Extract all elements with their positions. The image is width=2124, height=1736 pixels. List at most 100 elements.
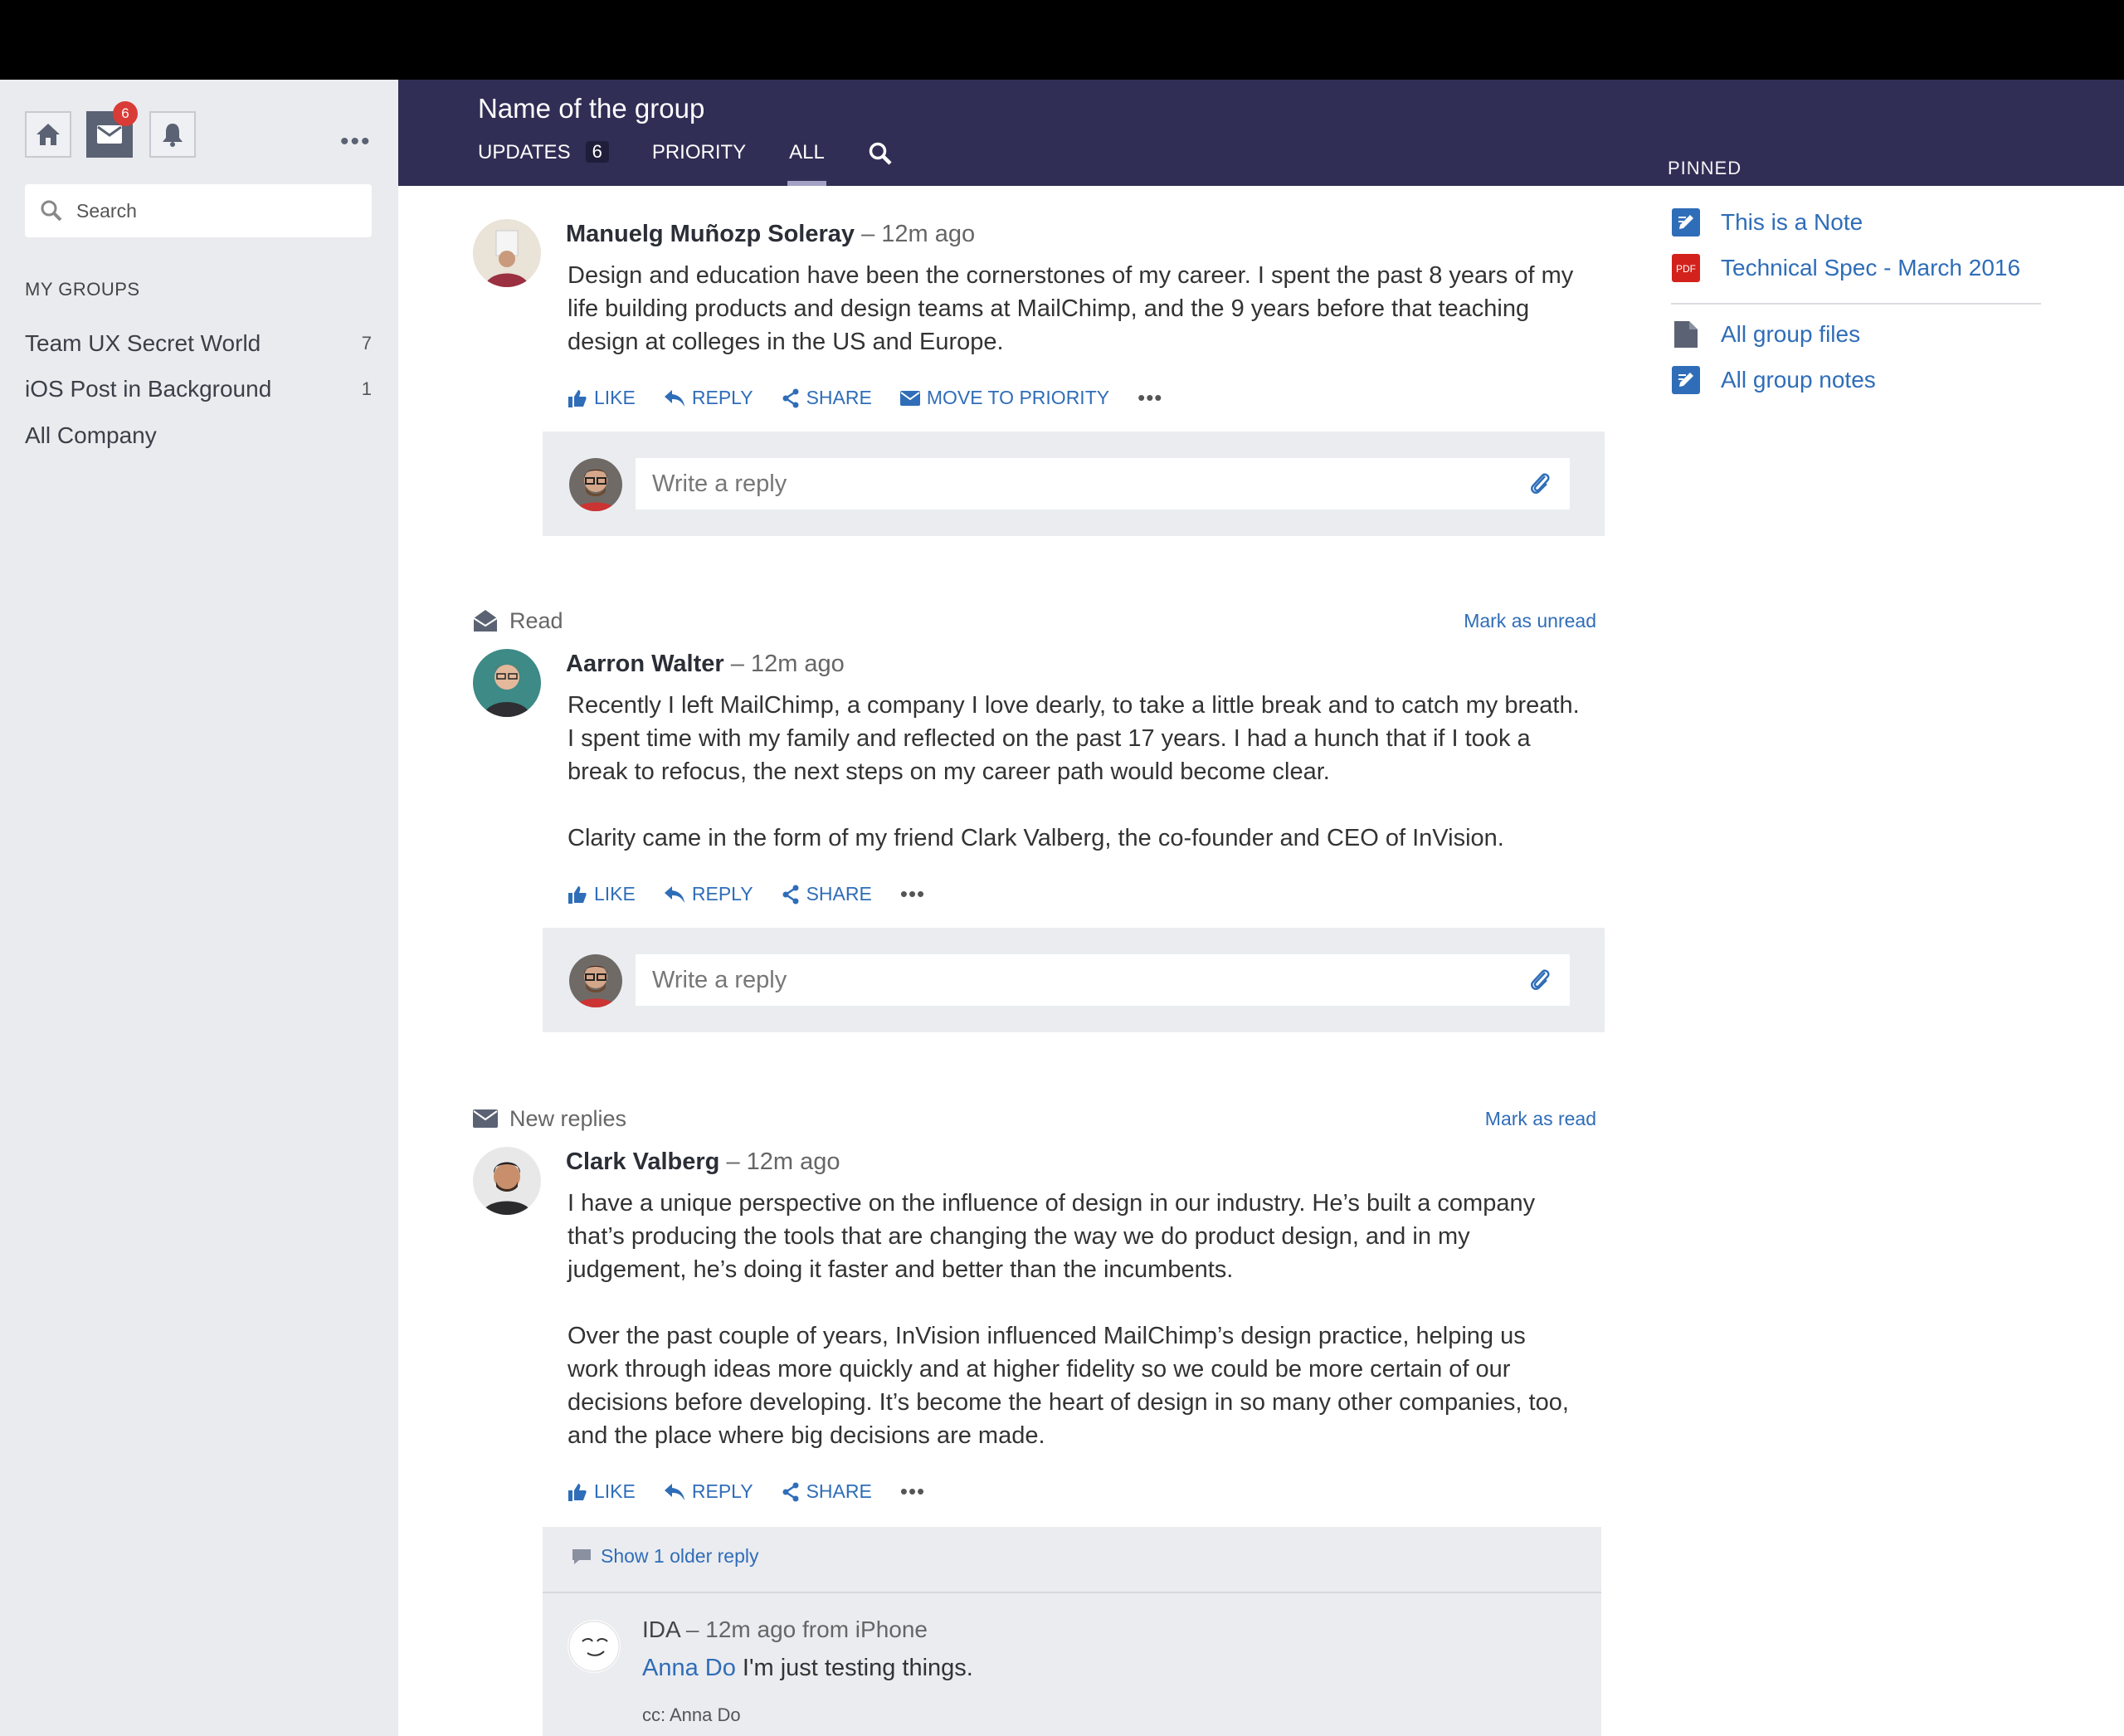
post-time: – 12m ago bbox=[861, 221, 976, 247]
post-body: Design and education have been the corne… bbox=[568, 262, 1574, 355]
like-button[interactable]: LIKE bbox=[568, 387, 636, 409]
reply-cc: cc: Anna Do bbox=[642, 1704, 741, 1725]
move-to-priority-button[interactable]: MOVE TO PRIORITY bbox=[899, 387, 1110, 409]
reply-thread: Show 1 older reply IDA – 12m ago from iP… bbox=[543, 1527, 1601, 1736]
avatar[interactable] bbox=[473, 649, 541, 717]
group-label: Team UX Secret World bbox=[25, 330, 261, 356]
reply-message: I'm just testing things. bbox=[735, 1655, 973, 1681]
more-actions-button[interactable]: ••• bbox=[1138, 385, 1162, 411]
thumbs-up-icon bbox=[568, 1483, 587, 1501]
reply-input-box[interactable] bbox=[636, 954, 1570, 1006]
post-body: I have a unique perspective on the influ… bbox=[568, 1190, 1569, 1449]
all-group-files-link[interactable]: All group files bbox=[1671, 319, 1860, 349]
window-top-bar bbox=[0, 0, 2124, 80]
reply-avatar[interactable] bbox=[568, 1620, 621, 1673]
share-icon bbox=[782, 388, 799, 407]
reply-text: Anna Do I'm just testing things. bbox=[642, 1655, 973, 1682]
group-item-all-company[interactable]: All Company bbox=[25, 419, 372, 452]
action-label: SHARE bbox=[806, 883, 872, 905]
sidebar: 6 ••• MY GROUPS Team UX Secret World 7 i… bbox=[0, 80, 398, 1736]
group-item-team-ux[interactable]: Team UX Secret World 7 bbox=[25, 327, 372, 360]
svg-text:PDF: PDF bbox=[1676, 263, 1696, 275]
action-label: LIKE bbox=[594, 387, 636, 408]
older-replies-label: Show 1 older reply bbox=[601, 1545, 759, 1567]
reply-input-box[interactable] bbox=[636, 458, 1570, 510]
like-button[interactable]: LIKE bbox=[568, 1480, 636, 1503]
reply-button[interactable]: REPLY bbox=[664, 1480, 753, 1503]
author-name[interactable]: Clark Valberg bbox=[566, 1148, 719, 1175]
note-icon bbox=[1671, 365, 1701, 395]
notifications-button[interactable] bbox=[149, 111, 196, 158]
pinned-pdf-link[interactable]: PDF Technical Spec - March 2016 bbox=[1671, 253, 2020, 283]
current-user-avatar bbox=[569, 458, 622, 511]
tab-updates[interactable]: UPDATES 6 bbox=[478, 138, 609, 186]
like-button[interactable]: LIKE bbox=[568, 883, 636, 905]
mail-icon bbox=[473, 1109, 498, 1128]
mark-as-unread-link[interactable]: Mark as unread bbox=[1464, 610, 1596, 632]
mark-as-read-link[interactable]: Mark as read bbox=[1485, 1108, 1596, 1130]
action-label: MOVE TO PRIORITY bbox=[926, 387, 1110, 408]
author-name[interactable]: Manuelg Muñozp Soleray bbox=[566, 221, 855, 247]
pinned-item-label: This is a Note bbox=[1721, 209, 1863, 235]
tab-all[interactable]: ALL bbox=[787, 138, 826, 186]
post-actions: LIKE REPLY SHARE MOVE TO PRIORITY ••• bbox=[568, 385, 1162, 411]
my-groups-heading: MY GROUPS bbox=[25, 279, 140, 300]
avatar[interactable] bbox=[473, 1147, 541, 1215]
read-status-row: Read Mark as unread bbox=[473, 604, 1601, 637]
paperclip-icon[interactable] bbox=[1530, 471, 1552, 496]
share-icon bbox=[782, 1482, 799, 1501]
share-button[interactable]: SHARE bbox=[782, 387, 872, 409]
note-icon bbox=[1671, 207, 1701, 237]
status-label: New replies bbox=[509, 1105, 627, 1131]
action-label: SHARE bbox=[806, 1480, 872, 1502]
reply-author-name[interactable]: IDA bbox=[642, 1617, 680, 1642]
reply-icon bbox=[664, 1483, 684, 1500]
share-button[interactable]: SHARE bbox=[782, 1480, 872, 1503]
pinned-link-label: All group notes bbox=[1721, 367, 1876, 393]
post-actions: LIKE REPLY SHARE ••• bbox=[568, 881, 925, 907]
home-button[interactable] bbox=[25, 111, 71, 158]
post-author: Clark Valberg – 12m ago bbox=[566, 1148, 840, 1176]
search-field[interactable] bbox=[25, 184, 372, 237]
action-label: REPLY bbox=[691, 883, 753, 905]
action-label: REPLY bbox=[691, 387, 753, 408]
more-actions-button[interactable]: ••• bbox=[900, 881, 925, 907]
reply-button[interactable]: REPLY bbox=[664, 387, 753, 409]
tab-label: PRIORITY bbox=[651, 141, 747, 163]
home-icon bbox=[37, 124, 60, 145]
reply-button[interactable]: REPLY bbox=[664, 883, 753, 905]
group-item-ios-post[interactable]: iOS Post in Background 1 bbox=[25, 373, 372, 406]
mail-icon bbox=[97, 125, 122, 144]
pinned-item-label: Technical Spec - March 2016 bbox=[1721, 255, 2021, 280]
status-label: Read bbox=[509, 607, 563, 633]
tab-label: ALL bbox=[789, 141, 825, 163]
search-input[interactable] bbox=[75, 198, 352, 223]
group-count: 7 bbox=[361, 333, 372, 354]
share-icon bbox=[782, 885, 799, 904]
post-body: Recently I left MailChimp, a company I l… bbox=[568, 692, 1580, 851]
post-time: – 12m ago bbox=[730, 651, 845, 677]
author-name[interactable]: Aarron Walter bbox=[566, 651, 724, 677]
reply-input[interactable] bbox=[650, 469, 1483, 499]
thumbs-up-icon bbox=[568, 885, 587, 904]
reply-input[interactable] bbox=[650, 965, 1483, 995]
thread-divider bbox=[543, 1592, 1601, 1593]
more-options-button[interactable]: ••• bbox=[340, 128, 372, 156]
tab-label: UPDATES bbox=[478, 141, 571, 163]
action-label: SHARE bbox=[806, 387, 872, 408]
paperclip-icon[interactable] bbox=[1530, 968, 1552, 992]
header-search-button[interactable] bbox=[868, 138, 893, 186]
pinned-note-link[interactable]: This is a Note bbox=[1671, 207, 1863, 237]
all-group-notes-link[interactable]: All group notes bbox=[1671, 365, 1876, 395]
avatar[interactable] bbox=[473, 219, 541, 287]
pdf-icon: PDF bbox=[1671, 253, 1701, 283]
tab-priority[interactable]: PRIORITY bbox=[652, 138, 746, 186]
thumbs-up-icon bbox=[568, 389, 587, 407]
group-header: Name of the group UPDATES 6 PRIORITY ALL bbox=[398, 80, 2124, 186]
more-actions-button[interactable]: ••• bbox=[900, 1479, 925, 1504]
share-button[interactable]: SHARE bbox=[782, 883, 872, 905]
user-mention-link[interactable]: Anna Do bbox=[642, 1655, 736, 1681]
reply-icon bbox=[664, 389, 684, 407]
show-older-replies-link[interactable]: Show 1 older reply bbox=[571, 1545, 759, 1568]
inbox-button[interactable]: 6 bbox=[86, 101, 138, 158]
